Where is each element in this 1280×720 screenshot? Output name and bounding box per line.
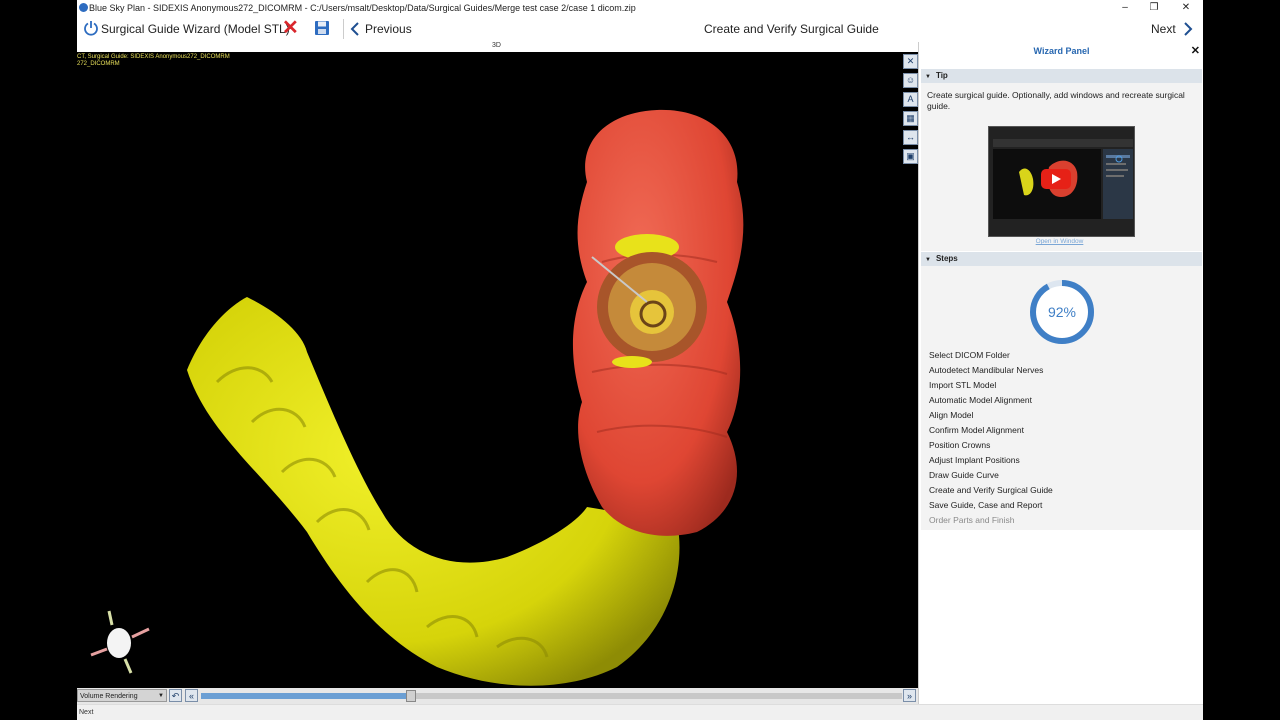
close-window-button[interactable]: ✕ xyxy=(1175,1,1197,15)
tip-header-label: Tip xyxy=(935,71,948,80)
face-view-icon[interactable]: ☺ xyxy=(903,73,918,88)
collapse-triangle-icon: ▼ xyxy=(925,74,931,80)
application-window: Blue Sky Plan - SIDEXIS Anonymous272_DIC… xyxy=(77,0,1203,720)
wizard-step[interactable]: Order Parts and Finish xyxy=(929,515,1053,530)
render-controls-bar: Volume Rendering ▼ ↶ « » xyxy=(77,688,918,704)
wizard-panel-title: Wizard Panel xyxy=(1033,46,1090,56)
wizard-step[interactable]: Import STL Model xyxy=(929,380,1053,395)
wizard-steps-list: Select DICOM Folder Autodetect Mandibular… xyxy=(929,350,1053,530)
wizard-step[interactable]: Position Crowns xyxy=(929,440,1053,455)
restore-button[interactable]: ❐ xyxy=(1143,1,1165,15)
reset-view-icon[interactable]: ✕ xyxy=(903,54,918,69)
slider-thumb[interactable] xyxy=(406,690,417,702)
open-in-window-link[interactable]: Open in Window xyxy=(919,238,1200,245)
step-forward-icon[interactable]: » xyxy=(903,689,916,702)
viewport-info-line2: 272_DICOMRM xyxy=(77,61,120,67)
chevron-right-icon xyxy=(1183,22,1193,36)
steps-section-header[interactable]: ▼ Steps xyxy=(921,252,1202,266)
surgical-guide[interactable] xyxy=(572,109,744,536)
status-bar: Next xyxy=(77,704,1203,720)
view-label: 3D xyxy=(492,42,501,49)
wizard-progress-ring: 92% xyxy=(1030,280,1094,344)
wizard-step[interactable]: Autodetect Mandibular Nerves xyxy=(929,365,1053,380)
app-logo-icon xyxy=(79,3,88,12)
status-text: Next xyxy=(79,709,94,716)
next-button[interactable]: Next xyxy=(1151,18,1194,40)
steps-section-body: 92% Select DICOM Folder Autodetect Mandib… xyxy=(921,266,1202,530)
window-title: Blue Sky Plan - SIDEXIS Anonymous272_DIC… xyxy=(89,3,636,13)
viewport-info-line1: CT, Surgical Guide: SIDEXIS Anonymous272… xyxy=(77,54,230,60)
wizard-toolbar: Surgical Guide Wizard (Model STL) ✕ Prev… xyxy=(77,16,1203,42)
grid-icon[interactable]: ▦ xyxy=(903,111,918,126)
clipping-slider[interactable] xyxy=(201,690,902,702)
3d-viewport[interactable]: CT, Surgical Guide: SIDEXIS Anonymous272… xyxy=(77,52,918,688)
orientation-gizmo-icon[interactable] xyxy=(87,607,157,677)
view-label-bar: 3D xyxy=(77,42,918,52)
title-bar: Blue Sky Plan - SIDEXIS Anonymous272_DIC… xyxy=(77,0,1203,16)
render-mode-select[interactable]: Volume Rendering ▼ xyxy=(77,689,167,702)
steps-header-label: Steps xyxy=(935,254,958,263)
slider-fill xyxy=(201,693,412,699)
power-icon[interactable] xyxy=(83,20,99,36)
previous-button[interactable]: Previous xyxy=(349,18,412,40)
3d-scene[interactable] xyxy=(77,52,918,688)
progress-label: 92% xyxy=(1048,304,1076,320)
measure-icon[interactable]: ↔ xyxy=(903,130,918,145)
dropdown-arrow-icon: ▼ xyxy=(158,693,164,699)
current-step-title: Create and Verify Surgical Guide xyxy=(704,22,879,36)
viewport-toolbar: ✕ ☺ A ▦ ↔ ▣ xyxy=(902,54,918,168)
save-icon[interactable] xyxy=(314,20,330,36)
chevron-left-icon xyxy=(350,22,359,36)
wizard-step[interactable]: Create and Verify Surgical Guide xyxy=(929,485,1053,500)
tip-video-thumbnail[interactable] xyxy=(988,126,1135,237)
wizard-step[interactable]: Select DICOM Folder xyxy=(929,350,1053,365)
tip-text: Create surgical guide. Optionally, add w… xyxy=(927,90,1185,111)
tip-section-header[interactable]: ▼ Tip xyxy=(921,69,1202,83)
wizard-step[interactable]: Adjust Implant Positions xyxy=(929,455,1053,470)
step-back-icon[interactable]: « xyxy=(185,689,198,702)
video-preview xyxy=(989,127,1134,236)
camera-icon[interactable]: ▣ xyxy=(903,149,918,164)
wizard-step[interactable]: Draw Guide Curve xyxy=(929,470,1053,485)
cancel-wizard-icon[interactable]: ✕ xyxy=(282,18,300,38)
close-panel-icon[interactable]: ✕ xyxy=(1191,44,1200,57)
toolbar-separator xyxy=(343,19,344,39)
render-mode-value: Volume Rendering xyxy=(80,693,138,700)
wizard-title: Surgical Guide Wizard (Model STL) xyxy=(101,22,290,36)
wizard-step[interactable]: Save Guide, Case and Report xyxy=(929,500,1053,515)
viewport-info: CT, Surgical Guide: SIDEXIS Anonymous272… xyxy=(77,54,230,68)
minimize-button[interactable]: – xyxy=(1114,1,1136,15)
wizard-step[interactable]: Automatic Model Alignment xyxy=(929,395,1053,410)
wizard-step[interactable]: Confirm Model Alignment xyxy=(929,425,1053,440)
next-label: Next xyxy=(1151,22,1176,36)
annotation-icon[interactable]: A xyxy=(903,92,918,107)
wizard-panel: Wizard Panel ✕ ▼ Tip Create surgical guid… xyxy=(918,42,1203,704)
previous-label: Previous xyxy=(365,22,412,36)
collapse-triangle-icon: ▼ xyxy=(925,257,931,263)
undo-icon[interactable]: ↶ xyxy=(169,689,182,702)
wizard-step[interactable]: Align Model xyxy=(929,410,1053,425)
